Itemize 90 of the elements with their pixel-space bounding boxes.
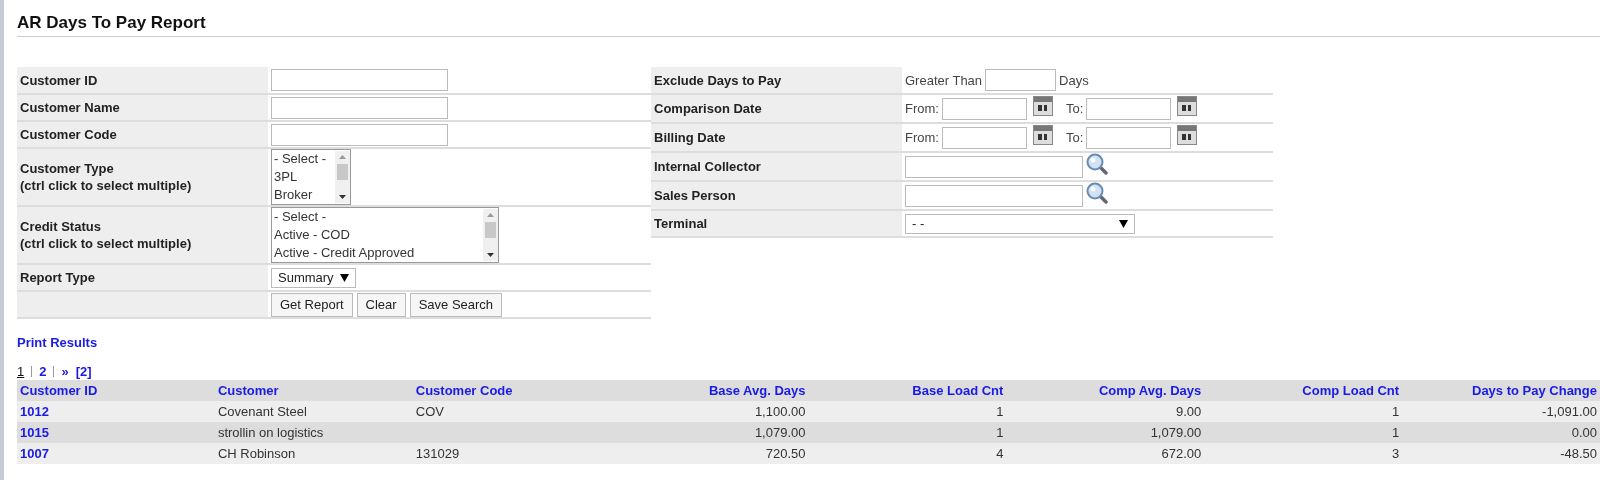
input-field[interactable] <box>271 96 448 119</box>
column-header[interactable]: Customer <box>214 380 413 401</box>
customer-id-link[interactable]: 1007 <box>17 443 215 464</box>
field-label: Report Type <box>20 269 96 286</box>
table-cell: 1 <box>808 401 1007 422</box>
column-header[interactable]: Comp Avg. Days <box>1006 380 1205 401</box>
dropdown[interactable]: - - <box>905 213 1135 234</box>
search-icon[interactable] <box>1086 181 1108 204</box>
form-button[interactable]: Clear <box>356 292 406 317</box>
column-header[interactable]: Base Avg. Days <box>610 380 809 401</box>
date-field[interactable] <box>941 126 1027 149</box>
field-label: Comparison Date <box>654 100 763 117</box>
column-header[interactable]: Comp Load Cnt <box>1204 380 1403 401</box>
table-cell: 1,100.00 <box>610 401 809 422</box>
list-option[interactable]: - Select - <box>274 150 335 168</box>
field-label: Billing Date <box>654 129 727 146</box>
input-field[interactable] <box>985 69 1057 91</box>
table-cell: 1,079.00 <box>1006 422 1205 443</box>
table-cell: 1,079.00 <box>610 422 809 443</box>
to-label: To: <box>1065 101 1084 116</box>
list-option[interactable]: Active - COD <box>274 226 483 244</box>
table-cell: Covenant Steel <box>214 401 413 422</box>
table-cell: 3 <box>1204 443 1403 464</box>
list-option[interactable]: Active - Credit Approved <box>274 244 483 262</box>
list-option[interactable]: - Select - <box>274 208 483 226</box>
field-label: Internal Collector <box>654 158 762 175</box>
field-hint: (ctrl click to select multiple) <box>20 235 193 252</box>
caret-icon <box>1119 219 1128 228</box>
calendar-icon[interactable] <box>1177 124 1198 145</box>
column-header[interactable]: Days to Pay Change <box>1402 380 1600 401</box>
field-suffix: Days <box>1059 72 1089 88</box>
field-hint: (ctrl click to select multiple) <box>20 177 193 194</box>
table-cell: 672.00 <box>1006 443 1205 464</box>
column-header[interactable]: Customer ID <box>17 380 215 401</box>
table-cell: 131029 <box>412 443 611 464</box>
field-label: Sales Person <box>654 187 737 204</box>
field-label: Customer ID <box>20 71 99 89</box>
dropdown[interactable]: Summary <box>271 267 356 288</box>
input-field[interactable] <box>905 184 1083 207</box>
form-button[interactable]: Get Report <box>271 292 353 317</box>
table-cell: 720.50 <box>610 443 809 464</box>
to-label: To: <box>1065 130 1084 145</box>
page-link[interactable]: 2 <box>39 364 47 379</box>
input-field[interactable] <box>905 155 1083 178</box>
table-cell: 1 <box>1204 401 1403 422</box>
field-label: Terminal <box>654 215 709 232</box>
calendar-icon[interactable] <box>1032 124 1053 145</box>
page-link[interactable]: [2] <box>75 364 92 379</box>
list-box[interactable]: - Select - 3PL Broker <box>271 149 351 205</box>
field-label: Exclude Days to Pay <box>654 71 783 89</box>
field-label: Customer Type <box>20 160 115 177</box>
print-results-link[interactable]: Print Results <box>17 335 98 350</box>
table-cell: -48.50 <box>1402 443 1600 464</box>
column-header[interactable]: Base Load Cnt <box>808 380 1007 401</box>
field-label: Credit Status <box>20 218 102 235</box>
list-option[interactable]: Broker <box>274 186 335 204</box>
field-prefix: Greater Than <box>905 72 983 88</box>
field-label: Customer Name <box>20 99 121 116</box>
table-cell: 1 <box>1204 422 1403 443</box>
page-title: AR Days To Pay Report <box>17 0 1600 37</box>
field-label: Customer Code <box>20 126 118 143</box>
date-field[interactable] <box>1086 126 1172 149</box>
search-icon[interactable] <box>1086 152 1108 175</box>
column-header[interactable]: Customer Code <box>412 380 611 401</box>
date-field[interactable] <box>941 97 1027 120</box>
table-cell: COV <box>412 401 611 422</box>
from-label: From: <box>905 101 939 116</box>
input-field[interactable] <box>271 69 448 91</box>
table-cell: 0.00 <box>1402 422 1600 443</box>
page-link[interactable]: » <box>61 364 69 379</box>
table-cell: CH Robinson <box>214 443 413 464</box>
table-cell: strollin on logistics <box>214 422 413 443</box>
calendar-icon[interactable] <box>1177 95 1198 116</box>
scrollbar[interactable] <box>483 209 498 261</box>
customer-id-link[interactable]: 1015 <box>17 422 215 443</box>
list-box[interactable]: - Select - Active - COD Active - Credit Approved <box>271 207 499 263</box>
page-link[interactable]: 1 <box>17 364 25 379</box>
calendar-icon[interactable] <box>1032 95 1053 116</box>
date-field[interactable] <box>1086 97 1172 120</box>
table-cell: 4 <box>808 443 1007 464</box>
scrollbar[interactable] <box>335 151 350 203</box>
table-cell: -1,091.00 <box>1402 401 1600 422</box>
input-field[interactable] <box>271 123 448 146</box>
customer-id-link[interactable]: 1012 <box>17 401 215 422</box>
caret-icon <box>339 273 349 282</box>
table-cell: 9.00 <box>1006 401 1205 422</box>
form-button[interactable]: Save Search <box>409 292 503 317</box>
table-cell: 1 <box>808 422 1007 443</box>
from-label: From: <box>905 130 939 145</box>
list-option[interactable]: 3PL <box>274 168 335 186</box>
